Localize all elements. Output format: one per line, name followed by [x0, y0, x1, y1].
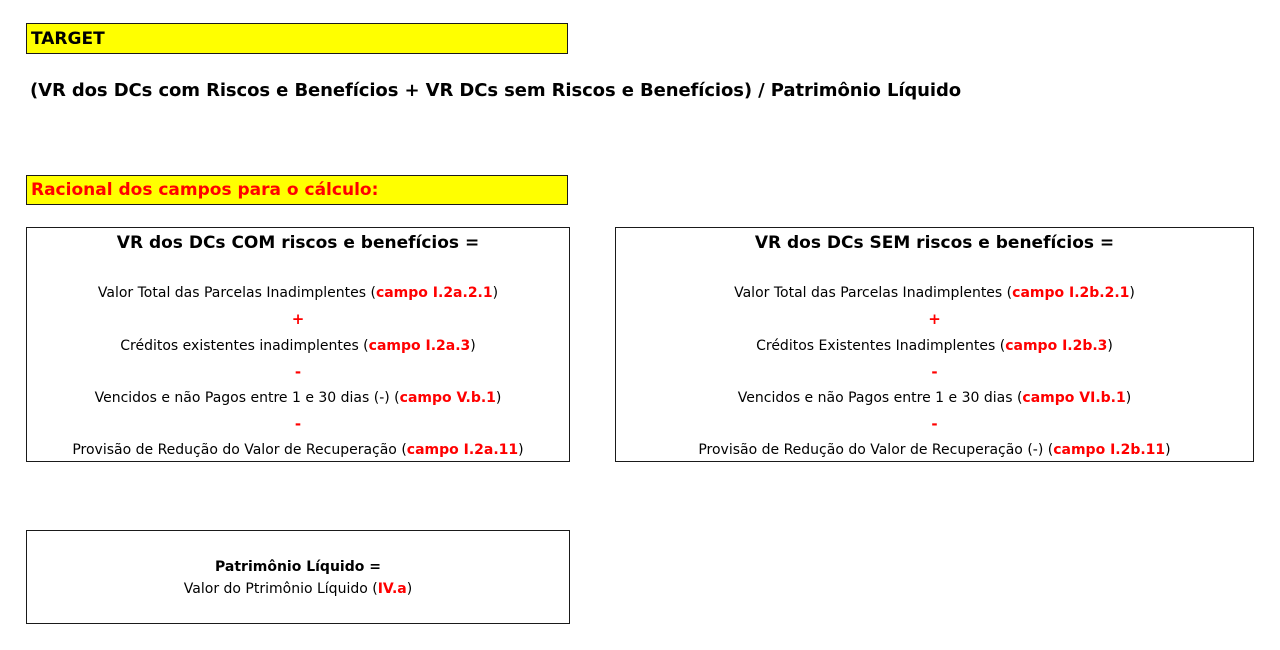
- minus-operator: -: [294, 363, 302, 381]
- field-reference: campo V.b.1: [399, 390, 496, 406]
- plus-operator: +: [928, 310, 941, 328]
- com-panel-title: VR dos DCs COM riscos e benefícios =: [116, 233, 480, 253]
- minus-operator: -: [931, 363, 938, 381]
- target-header: TARGET: [26, 23, 568, 54]
- row-close: ): [518, 442, 524, 458]
- field-reference: campo VI.b.1: [1022, 390, 1126, 406]
- plus-operator: +: [291, 310, 305, 328]
- field-reference: campo I.2a.2.1: [375, 285, 493, 301]
- pl-panel-title: Patrimônio Líquido =: [215, 559, 381, 575]
- row-text: Provisão de Redução do Valor de Recupera…: [72, 442, 407, 458]
- field-reference: campo I.2b.11: [1053, 442, 1166, 458]
- row-text: Valor Total das Parcelas Inadimplentes (: [734, 285, 1013, 301]
- field-reference: campo I.2b.3: [1005, 338, 1108, 354]
- com-riscos-panel: VR dos DCs COM riscos e benefícios = Val…: [26, 227, 570, 462]
- com-row-provisao: Provisão de Redução do Valor de Recupera…: [27, 442, 569, 458]
- field-reference: campo I.2a.3: [368, 338, 471, 354]
- target-label: TARGET: [31, 28, 105, 49]
- row-close: ): [1129, 285, 1135, 301]
- row-text: Créditos Existentes Inadimplentes (: [756, 338, 1006, 354]
- row-close: ): [470, 338, 476, 354]
- patrimonio-liquido-panel: Patrimônio Líquido = Valor do Ptrimônio …: [26, 530, 570, 624]
- row-text: Valor do Ptrimônio Líquido (: [183, 581, 378, 597]
- field-reference: campo I.2b.2.1: [1012, 285, 1130, 301]
- row-text: Vencidos e não Pagos entre 1 e 30 dias (: [737, 390, 1023, 406]
- formula-line: (VR dos DCs com Riscos e Benefícios + VR…: [30, 80, 962, 101]
- sem-panel-title: VR dos DCs SEM riscos e benefícios =: [754, 233, 1115, 253]
- row-text: Vencidos e não Pagos entre 1 e 30 dias (…: [94, 390, 400, 406]
- sem-row-parcelas: Valor Total das Parcelas Inadimplentes (…: [616, 285, 1253, 301]
- row-text: Provisão de Redução do Valor de Recupera…: [698, 442, 1054, 458]
- com-row-creditos: Créditos existentes inadimplentes (campo…: [27, 338, 569, 354]
- com-row-parcelas: Valor Total das Parcelas Inadimplentes (…: [27, 285, 569, 301]
- field-reference: IV.a: [377, 581, 407, 597]
- com-row-vencidos: Vencidos e não Pagos entre 1 e 30 dias (…: [27, 390, 569, 406]
- racional-header: Racional dos campos para o cálculo:: [26, 175, 568, 205]
- row-close: ): [492, 285, 499, 301]
- row-close: ): [1107, 338, 1113, 354]
- field-reference: campo I.2a.11: [406, 442, 519, 458]
- row-text: Valor Total das Parcelas Inadimplentes (: [97, 285, 376, 301]
- row-close: ): [1165, 442, 1171, 458]
- sem-row-provisao: Provisão de Redução do Valor de Recupera…: [616, 442, 1253, 458]
- minus-operator: -: [931, 415, 938, 433]
- sem-riscos-panel: VR dos DCs SEM riscos e benefícios = Val…: [615, 227, 1254, 462]
- racional-label: Racional dos campos para o cálculo:: [31, 180, 379, 200]
- row-close: ): [1125, 390, 1132, 406]
- pl-row: Valor do Ptrimônio Líquido (IV.a): [27, 581, 569, 597]
- sem-row-creditos: Créditos Existentes Inadimplentes (campo…: [616, 338, 1253, 354]
- row-close: ): [495, 390, 502, 406]
- row-text: Créditos existentes inadimplentes (: [120, 338, 369, 354]
- row-close: ): [406, 581, 413, 597]
- sem-row-vencidos: Vencidos e não Pagos entre 1 e 30 dias (…: [616, 390, 1253, 406]
- minus-operator: -: [294, 415, 302, 433]
